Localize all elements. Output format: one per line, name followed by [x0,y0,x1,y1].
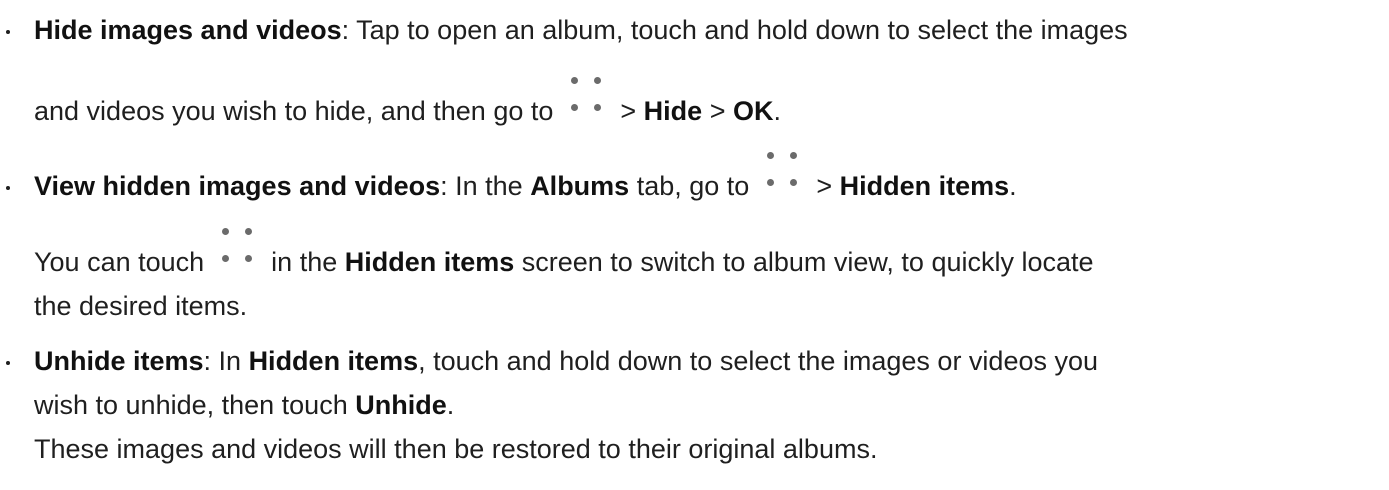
view-hidden-text-d: in the [263,247,345,277]
view-hidden-line-1: View hidden images and videos: In the Al… [34,152,1017,204]
hide-images-line-2: and videos you wish to hide, and then go… [34,77,781,129]
ok-option: OK [732,96,774,126]
view-hidden-line-2: You can touch in the Hidden items screen… [34,228,1094,280]
separator: > [612,96,644,126]
view-hidden-text-a: : In the [440,171,531,201]
view-hidden-text-f: the desired items. [34,291,248,321]
unhide-text-c: wish to unhide, then touch [34,390,356,420]
unhide-line-2: wish to unhide, then touch Unhide. [34,387,454,423]
hide-option: Hide [643,96,703,126]
bullet-hide [6,30,10,34]
more-icon [760,152,806,204]
view-hidden-line-3: the desired items. [34,288,247,324]
gallery-help-page: Hide images and videos: Tap to open an a… [0,0,1389,490]
unhide-text-d: These images and videos will then be res… [34,434,878,464]
period: . [446,390,455,420]
albums-tab-name: Albums [530,171,630,201]
hidden-items-screen-name: Hidden items [344,247,515,277]
period: . [1009,171,1017,201]
bullet-unhide [6,361,10,365]
unhide-line-3: These images and videos will then be res… [34,431,877,467]
period: . [773,96,781,126]
hide-images-line-1: Hide images and videos: Tap to open an a… [34,12,1128,48]
unhide-line-1: Unhide items: In Hidden items, touch and… [34,343,1098,379]
unhide-option: Unhide [355,390,447,420]
hide-images-text-2: and videos you wish to hide, and then go… [34,96,554,126]
hide-images-text-1: : Tap to open an album, touch and hold d… [341,15,1128,45]
separator: > [808,171,840,201]
view-hidden-text-e: screen to switch to album view, to quick… [514,247,1094,277]
unhide-text-a: : In [203,346,249,376]
more-icon [564,77,610,129]
hidden-items-option: Hidden items [839,171,1010,201]
unhide-title: Unhide items [34,346,204,376]
separator: > [702,96,733,126]
view-hidden-text-c: You can touch [34,247,205,277]
unhide-text-b: , touch and hold down to select the imag… [418,346,1099,376]
view-hidden-title: View hidden images and videos [34,171,441,201]
bullet-view-hidden [6,186,10,190]
view-hidden-text-b: tab, go to [629,171,750,201]
album-view-icon [215,228,261,280]
hide-images-title: Hide images and videos [34,15,342,45]
hidden-items-name: Hidden items [248,346,419,376]
